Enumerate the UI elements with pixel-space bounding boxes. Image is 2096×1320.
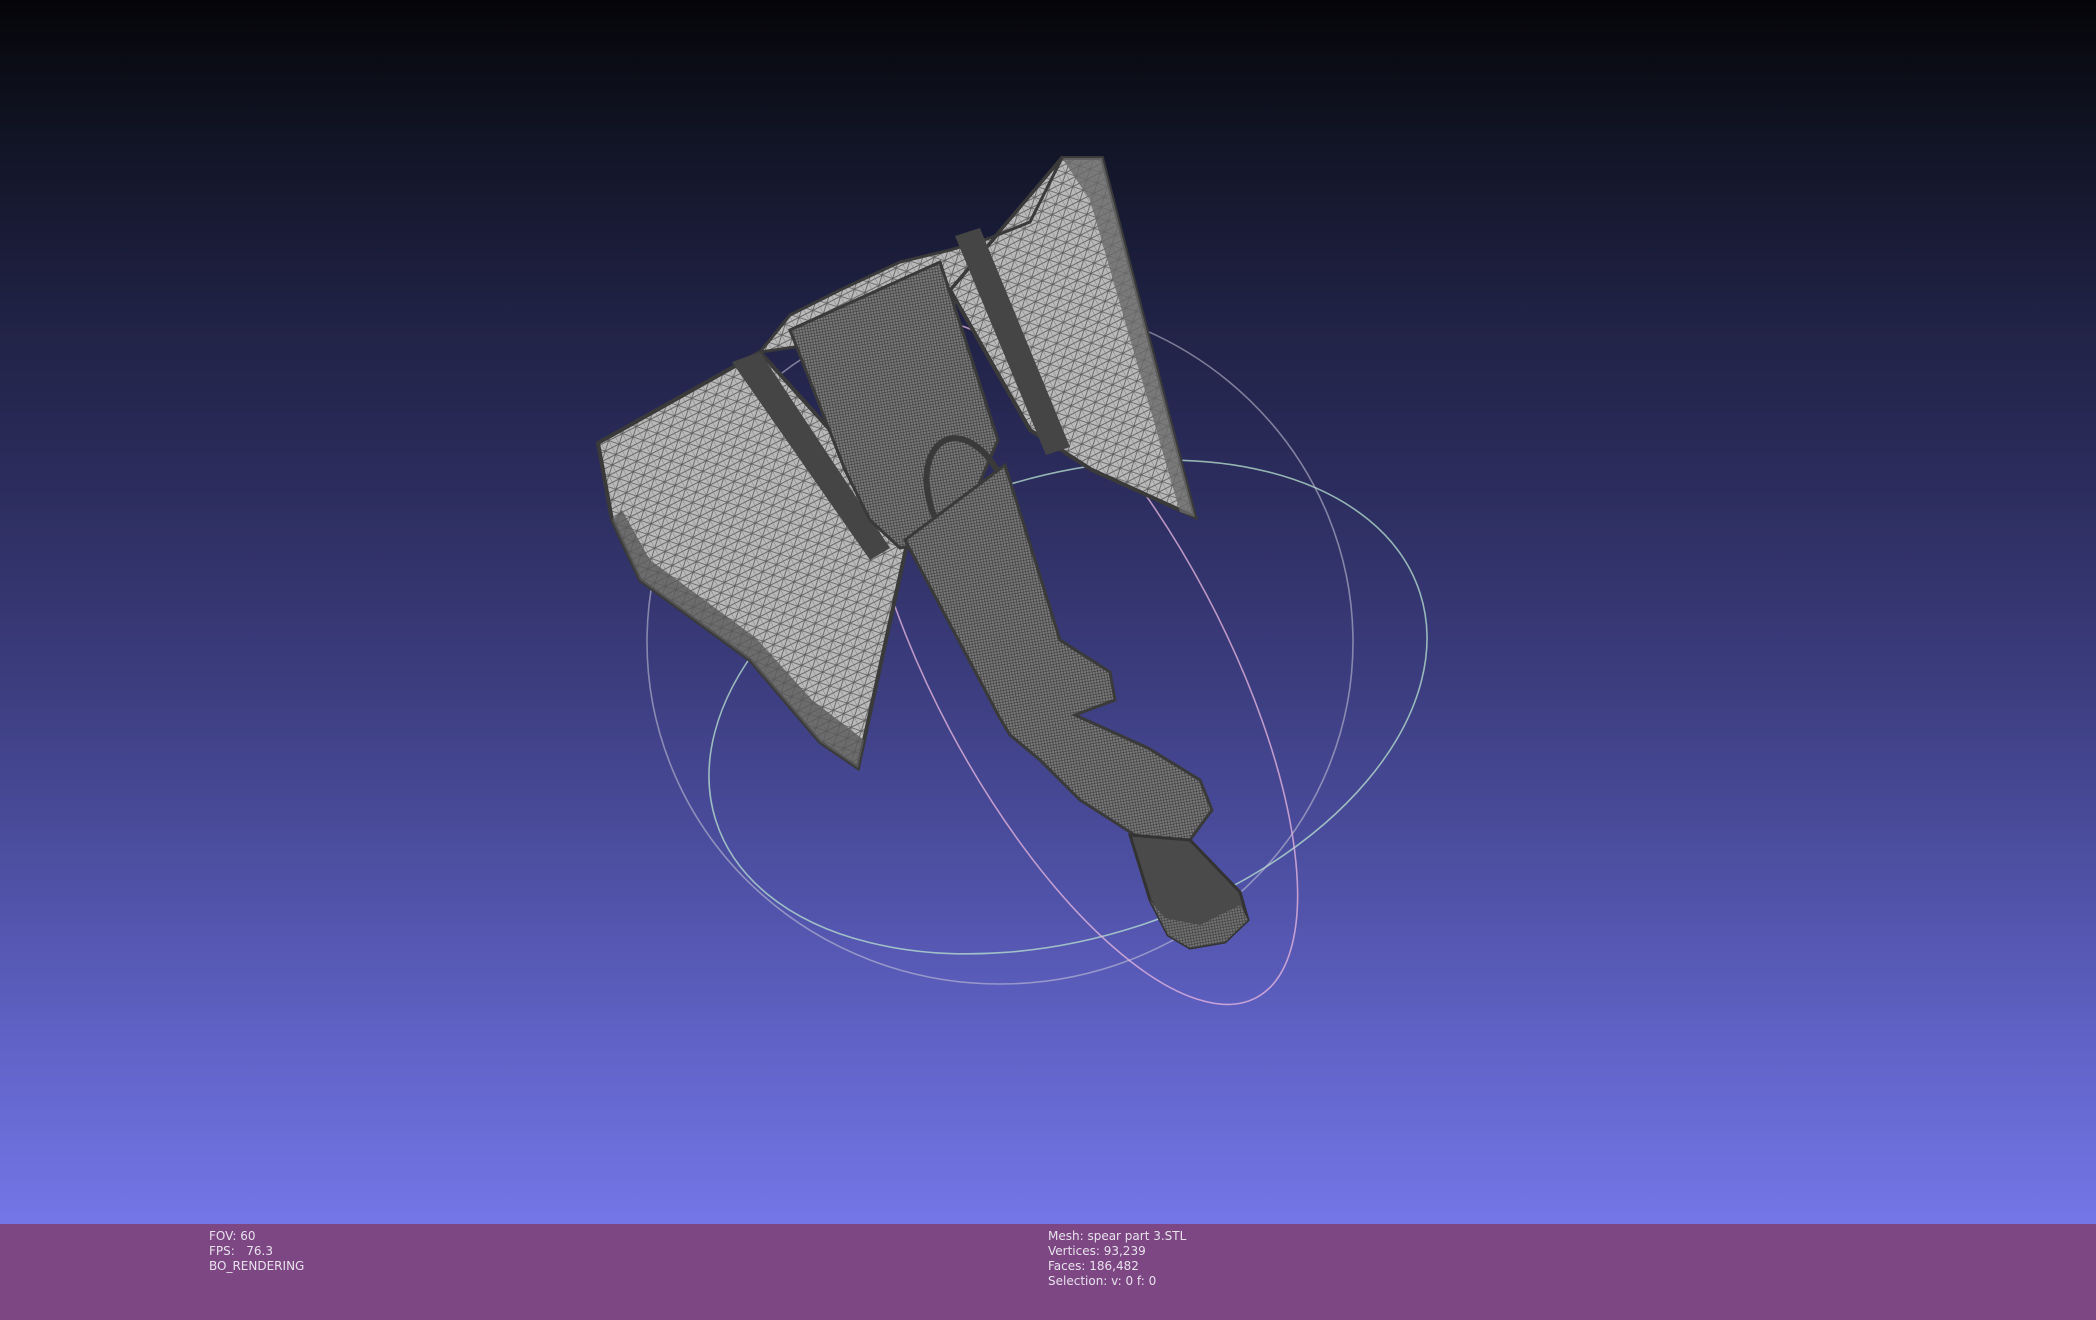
scene-canvas[interactable] xyxy=(0,0,2096,1224)
mesh-info: Mesh: spear part 3.STL Vertices: 93,239 … xyxy=(1048,1229,1186,1289)
status-bar: FOV: 60 FPS: 76.3 BO_RENDERING Mesh: spe… xyxy=(0,1224,2096,1320)
axe-handle xyxy=(903,462,1214,852)
3d-viewport[interactable] xyxy=(0,0,2096,1224)
faces-label: Faces: 186,482 xyxy=(1048,1259,1139,1273)
mesh-model[interactable] xyxy=(595,156,1250,950)
fps-label: FPS: 76.3 xyxy=(209,1244,273,1258)
selection-label: Selection: v: 0 f: 0 xyxy=(1048,1274,1157,1288)
fov-label: FOV: 60 xyxy=(209,1229,256,1243)
render-mode-label: BO_RENDERING xyxy=(209,1259,305,1273)
vertices-label: Vertices: 93,239 xyxy=(1048,1244,1146,1258)
render-info: FOV: 60 FPS: 76.3 BO_RENDERING xyxy=(209,1229,304,1274)
mesh-name-label: Mesh: spear part 3.STL xyxy=(1048,1229,1187,1243)
